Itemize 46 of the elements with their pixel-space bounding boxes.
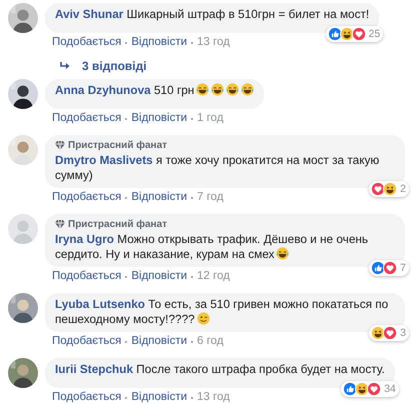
laughing-emoji-icon [340,27,354,41]
timestamp: 12 год [197,269,230,284]
tears-of-joy-emoji-icon [196,83,210,96]
reply-link[interactable]: Відповісти [131,269,188,284]
author-link[interactable]: Dmytro Maslivets [55,153,153,167]
comment-text: Iurii Stepchuk После такого штрафа пробка будет на мосту. [55,362,385,377]
tears-of-joy-emoji-icon [276,247,290,260]
tears-of-joy-emoji-icon [226,83,240,96]
timestamp: 1 год [197,111,224,126]
comment-text: Aviv Shunar Шикарный штраф в 510грн = билет на мост! [55,7,370,22]
like-link[interactable]: Подобається [52,334,122,349]
timestamp: 13 год [197,35,230,50]
winking-emoji-icon [196,312,210,325]
comment-text: Iryna Ugro Можно открывать трафик. Дёшево и не очень сердито. Ну и наказание, курам на смех [55,232,370,262]
replies-link[interactable]: 3 відповіді [82,59,147,74]
badge-label: Пристрасний фанат [68,218,168,231]
comment-text: Anna Dzyhunova 510 грн [55,83,254,98]
timestamp: 13 год [197,390,230,405]
timestamp: 7 год [197,190,224,205]
timestamp: 6 год [197,334,224,349]
like-link[interactable]: Подобається [52,390,122,405]
tears-of-joy-emoji-icon [241,83,254,96]
reply-link[interactable]: Відповісти [131,111,188,126]
author-link[interactable]: Iurii Stepchuk [55,362,134,376]
like-icon [328,27,342,41]
author-link[interactable]: Aviv Shunar [55,7,124,21]
author-link[interactable]: Anna Dzyhunova [55,83,151,97]
comment-text: Dmytro Maslivets я тоже хочу прокатится на мост за такую сумму) [55,153,380,183]
reply-link[interactable]: Відповісти [131,190,188,205]
badge-label: Пристрасний фанат [68,139,168,152]
reply-link[interactable]: Відповісти [131,390,188,405]
like-link[interactable]: Подобається [52,35,122,50]
comment-text: Lyuba Lutsenko То есть, за 510 гривен можно покататься по пешеходному мосту!???? [55,297,390,327]
reply-link[interactable]: Відповісти [131,35,188,50]
diamond-icon [55,141,65,150]
avatar-icon [8,214,38,244]
diamond-icon [55,220,65,229]
like-link[interactable]: Подобається [52,190,122,205]
tears-of-joy-emoji-icon [211,83,224,96]
reply-arrow-icon [60,62,70,71]
reply-link[interactable]: Відповісти [131,334,188,349]
author-link[interactable]: Lyuba Lutsenko [55,297,146,311]
like-link[interactable]: Подобається [52,111,122,126]
laughing-emoji-icon [383,182,398,196]
like-link[interactable]: Подобається [52,269,122,284]
author-link[interactable]: Iryna Ugro [55,232,114,246]
